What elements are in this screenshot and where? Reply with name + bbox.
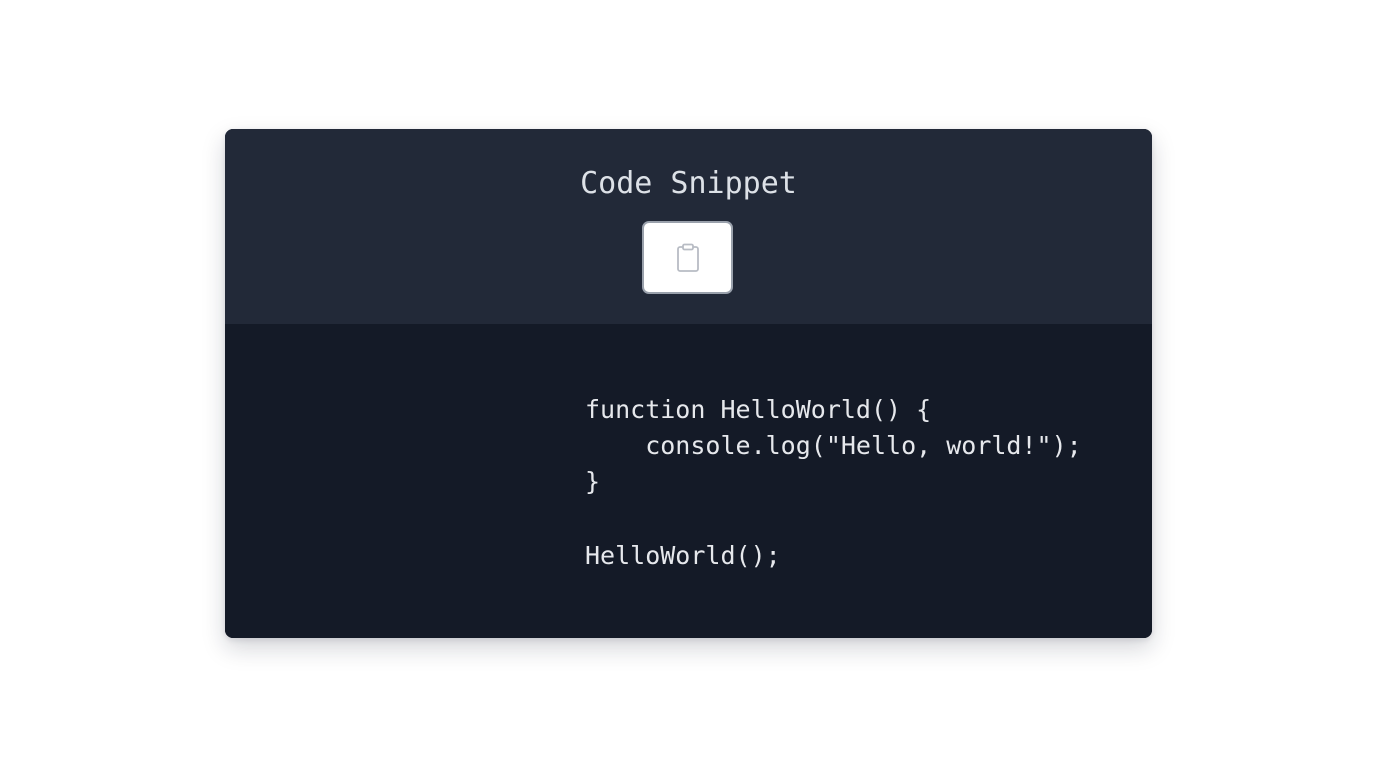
code-block: function HelloWorld() { console.log("Hel…: [585, 392, 1082, 574]
clipboard-icon: [675, 243, 701, 273]
code-line: }: [585, 467, 601, 496]
code-line: function HelloWorld() {: [585, 395, 932, 424]
code-snippet-card: Code Snippet function HelloWorld() { con…: [225, 129, 1152, 638]
card-header: Code Snippet: [225, 129, 1152, 324]
code-line: console.log("Hello, world!");: [585, 431, 1082, 460]
code-line: HelloWorld();: [585, 541, 781, 570]
card-title: Code Snippet: [580, 166, 797, 201]
copy-button[interactable]: [642, 221, 733, 294]
code-area: function HelloWorld() { console.log("Hel…: [225, 324, 1152, 638]
